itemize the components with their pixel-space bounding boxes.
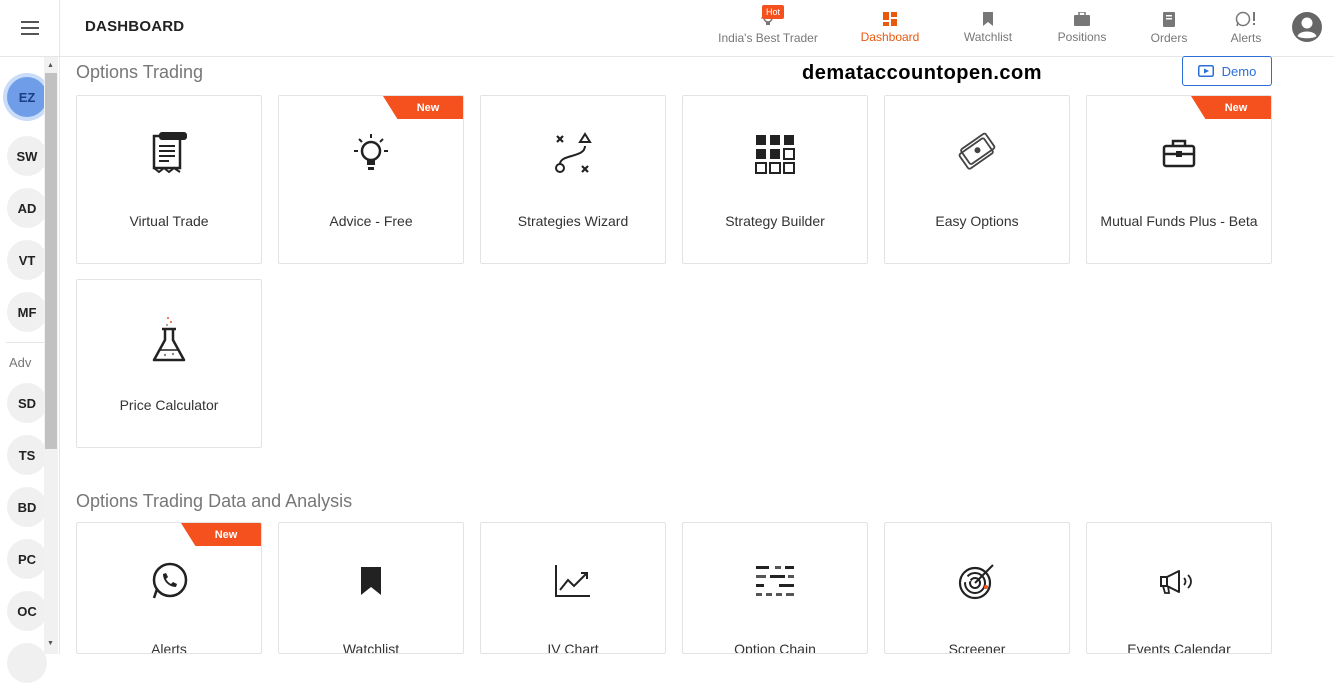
demo-label: Demo (1221, 63, 1257, 79)
watermark-text: demataccountopen.com (802, 62, 1043, 84)
sidebar-item-mf[interactable]: MF (7, 292, 47, 332)
card-title: IV Chart (547, 641, 599, 654)
top-header: DASHBOARD India's Best Trader Hot Dashbo… (0, 0, 1334, 57)
briefcase-icon (1074, 12, 1090, 26)
strategy-path-icon (555, 132, 592, 173)
card-advice-free[interactable]: New Advice - Free (278, 95, 464, 264)
scroll-down-arrow-icon[interactable]: ▼ (47, 640, 54, 647)
sidebar-item-sd[interactable]: SD (7, 383, 47, 423)
card-title: Events Calendar (1127, 641, 1231, 654)
whatsapp-icon (1235, 11, 1255, 27)
sidebar-item-oc[interactable]: OC (7, 591, 47, 631)
sidebar-divider (6, 342, 44, 343)
nav-label: India's Best Trader (718, 31, 818, 45)
sidebar-item-ad[interactable]: AD (7, 188, 47, 228)
sidebar-item-pc[interactable]: PC (7, 539, 47, 579)
new-badge: New (383, 96, 463, 119)
sidebar-item-ts[interactable]: TS (7, 435, 47, 475)
megaphone-icon (1160, 570, 1192, 594)
flask-icon (152, 317, 186, 362)
sidebar-scroll-thumb[interactable] (45, 73, 57, 449)
hot-badge: Hot (762, 5, 785, 19)
option-chain-icon (756, 566, 794, 596)
sidebar-item-vt[interactable]: VT (7, 240, 47, 280)
section-title-options-trading: Options Trading (76, 62, 204, 82)
card-alerts[interactable]: New Alerts (76, 522, 262, 654)
card-virtual-trade[interactable]: Virtual Trade (76, 95, 262, 264)
card-title: Option Chain (734, 641, 816, 654)
card-strategy-builder[interactable]: Strategy Builder (682, 95, 868, 264)
card-title: Strategies Wizard (517, 213, 629, 229)
hamburger-menu-button[interactable] (0, 0, 60, 56)
card-title: Screener (948, 641, 1006, 654)
scroll-up-arrow-icon[interactable]: ▲ (47, 62, 54, 69)
sidebar-adv-label: Adv (9, 355, 32, 370)
section-title-data-analysis: Options Trading Data and Analysis (76, 491, 353, 511)
card-price-calculator[interactable]: Price Calculator (76, 279, 262, 448)
play-video-icon (1197, 65, 1214, 77)
lightbulb-icon (354, 134, 388, 170)
tickets-icon (958, 132, 996, 170)
toolbox-icon (1162, 139, 1196, 168)
card-screener[interactable]: Screener (884, 522, 1070, 654)
card-events-calendar[interactable]: Events Calendar (1086, 522, 1272, 654)
card-title: Price Calculator (119, 397, 219, 413)
demo-button[interactable]: Demo (1182, 56, 1272, 86)
hamburger-icon (20, 21, 39, 35)
sidebar: EZ SW AD VT MF Adv SD TS BD PC OC ▲ ▼ (0, 57, 60, 683)
card-mutual-funds-plus[interactable]: New Mutual Funds Plus - Beta (1086, 95, 1272, 264)
nav-label: Dashboard (860, 30, 920, 44)
card-iv-chart[interactable]: IV Chart (480, 522, 666, 654)
radar-icon (958, 564, 994, 600)
card-title: Virtual Trade (129, 213, 209, 229)
card-watchlist[interactable]: Watchlist (278, 522, 464, 654)
nav-label: Watchlist (963, 30, 1013, 44)
nav-alerts[interactable]: Alerts (1222, 0, 1270, 56)
line-chart-icon (555, 565, 590, 597)
nav-orders[interactable]: Orders (1140, 0, 1198, 56)
card-title: Alerts (151, 641, 187, 654)
new-badge: New (1191, 96, 1271, 119)
sidebar-item-ez[interactable]: EZ (7, 77, 47, 117)
bookmark-icon (983, 12, 993, 26)
nav-dashboard[interactable]: Dashboard (855, 0, 925, 56)
sidebar-item-more[interactable] (7, 643, 47, 683)
card-title: Mutual Funds Plus - Beta (1100, 213, 1258, 229)
sidebar-item-sw[interactable]: SW (7, 136, 47, 176)
whatsapp-icon (152, 562, 188, 599)
nav-label: Positions (1057, 30, 1107, 44)
dashboard-icon (883, 12, 897, 26)
sidebar-item-bd[interactable]: BD (7, 487, 47, 527)
page-title: DASHBOARD (85, 18, 185, 35)
card-title: Watchlist (342, 641, 400, 654)
card-title: Advice - Free (329, 213, 413, 229)
nav-label: Alerts (1230, 31, 1262, 45)
nav-label: Orders (1150, 30, 1188, 45)
bookmark-icon (361, 567, 381, 595)
card-title: Easy Options (935, 213, 1019, 229)
card-easy-options[interactable]: Easy Options (884, 95, 1070, 264)
nav-positions[interactable]: Positions (1050, 0, 1114, 56)
receipt-icon (152, 132, 187, 174)
grid-icon (755, 135, 795, 174)
card-option-chain[interactable]: Option Chain (682, 522, 868, 654)
new-badge: New (181, 523, 261, 546)
user-avatar-icon[interactable] (1292, 12, 1322, 42)
orders-icon (1163, 11, 1175, 27)
card-title: Strategy Builder (725, 213, 825, 229)
card-strategies-wizard[interactable]: Strategies Wizard (480, 95, 666, 264)
nav-watchlist[interactable]: Watchlist (955, 0, 1021, 56)
